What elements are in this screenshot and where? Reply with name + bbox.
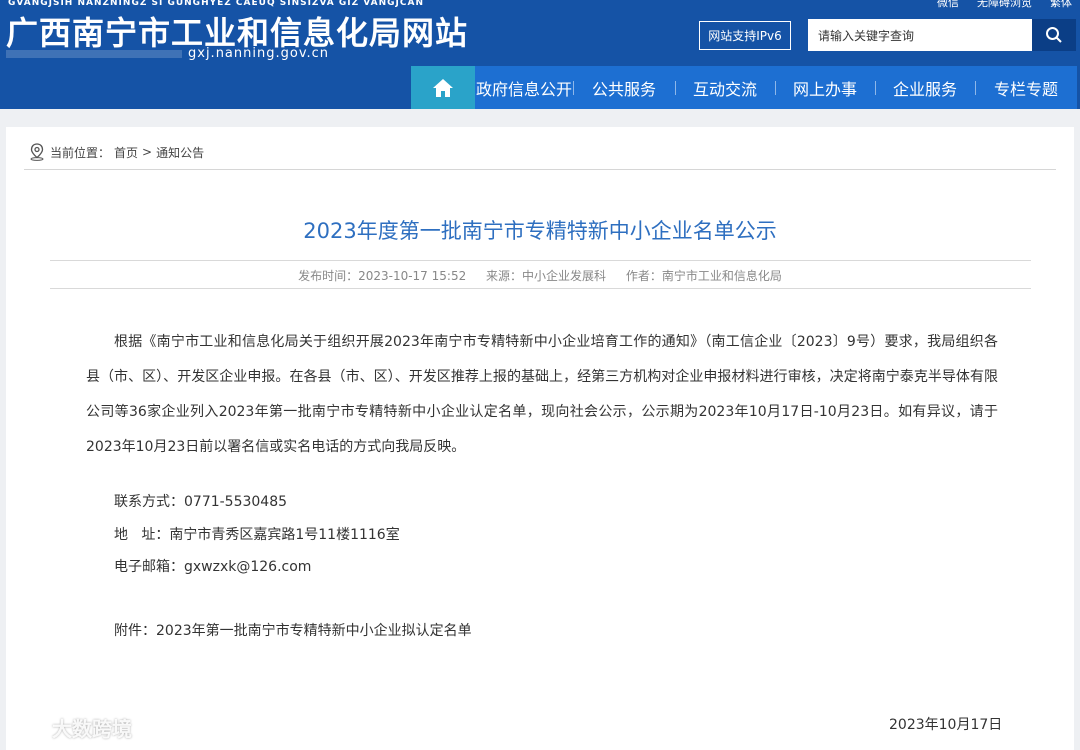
search-icon (1046, 27, 1062, 43)
breadcrumb: 当前位置： 首页 > 通知公告 (28, 143, 204, 161)
nav-item-online-service[interactable]: 网上办事 (775, 66, 875, 109)
pinyin-subtitle: GVANGJSIH NANZNINGZ SI GUNGHYEZ CAEUQ SI… (8, 0, 424, 8)
nav-item-enterprise-service[interactable]: 企业服务 (875, 66, 975, 109)
nav-item-interaction[interactable]: 互动交流 (675, 66, 775, 109)
home-icon (433, 78, 453, 97)
breadcrumb-home[interactable]: 首页 (114, 144, 138, 161)
breadcrumb-divider (24, 169, 1056, 170)
contact-email: 电子邮箱：gxwzxk@126.com (114, 559, 312, 575)
top-link-wechat[interactable]: 微信 (937, 0, 959, 10)
location-pin-icon (30, 143, 44, 161)
nav-item-special-topics[interactable]: 专栏专题 (975, 66, 1077, 109)
watermark-text: 大数跨境 (52, 717, 132, 741)
main-nav: 政府信息公开 公共服务 互动交流 网上办事 企业服务 专栏专题 (411, 66, 1077, 109)
article-body-paragraph: 根据《南宁市工业和信息化局关于组织开展2023年南宁市专精特新中小企业培育工作的… (86, 334, 998, 455)
content-panel: 当前位置： 首页 > 通知公告 2023年度第一批南宁市专精特新中小企业名单公示… (6, 127, 1074, 750)
site-header: GVANGJSIH NANZNINGZ SI GUNGHYEZ CAEUQ SI… (0, 0, 1080, 109)
meta-divider-bottom (50, 288, 1031, 289)
nav-home-button[interactable] (411, 66, 475, 109)
ipv6-badge[interactable]: 网站支持IPv6 (699, 21, 791, 50)
watermark-logo-icon (9, 718, 42, 737)
article-date: 2023年10月17日 (889, 717, 1003, 733)
meta-author: 作者：南宁市工业和信息化局 (625, 269, 782, 283)
article-meta: 发布时间：2023-10-17 15:52 来源：中小企业发展科 作者：南宁市工… (6, 267, 1074, 284)
meta-divider-top (50, 260, 1031, 261)
site-domain: gxj.nanning.gov.cn (188, 46, 330, 61)
article-title: 2023年度第一批南宁市专精特新中小企业名单公示 (303, 219, 777, 243)
breadcrumb-current[interactable]: 通知公告 (156, 144, 204, 161)
search-button[interactable] (1032, 19, 1076, 51)
contact-phone: 联系方式：0771-5530485 (114, 494, 288, 510)
meta-publish-time: 发布时间：2023-10-17 15:52 (298, 269, 467, 283)
contact-address: 地 址：南宁市青秀区嘉宾路1号11楼1116室 (114, 527, 400, 543)
nav-item-gov-info[interactable]: 政府信息公开 (475, 66, 573, 109)
attachment-link[interactable]: 附件：2023年第一批南宁市专精特新中小企业拟认定名单 (114, 620, 472, 640)
meta-source: 来源：中小企业发展科 (486, 269, 607, 283)
watermark: 大数跨境 (8, 713, 132, 742)
top-links: 微信 无障碍浏览 繁体 (937, 0, 1072, 10)
search-input[interactable]: 请输入关键字查询 (808, 19, 1032, 51)
breadcrumb-prefix: 当前位置： (50, 145, 111, 160)
top-link-accessibility[interactable]: 无障碍浏览 (977, 0, 1032, 10)
breadcrumb-separator: > (142, 145, 153, 159)
top-link-traditional[interactable]: 繁体 (1050, 0, 1072, 10)
nav-item-public-service[interactable]: 公共服务 (573, 66, 675, 109)
